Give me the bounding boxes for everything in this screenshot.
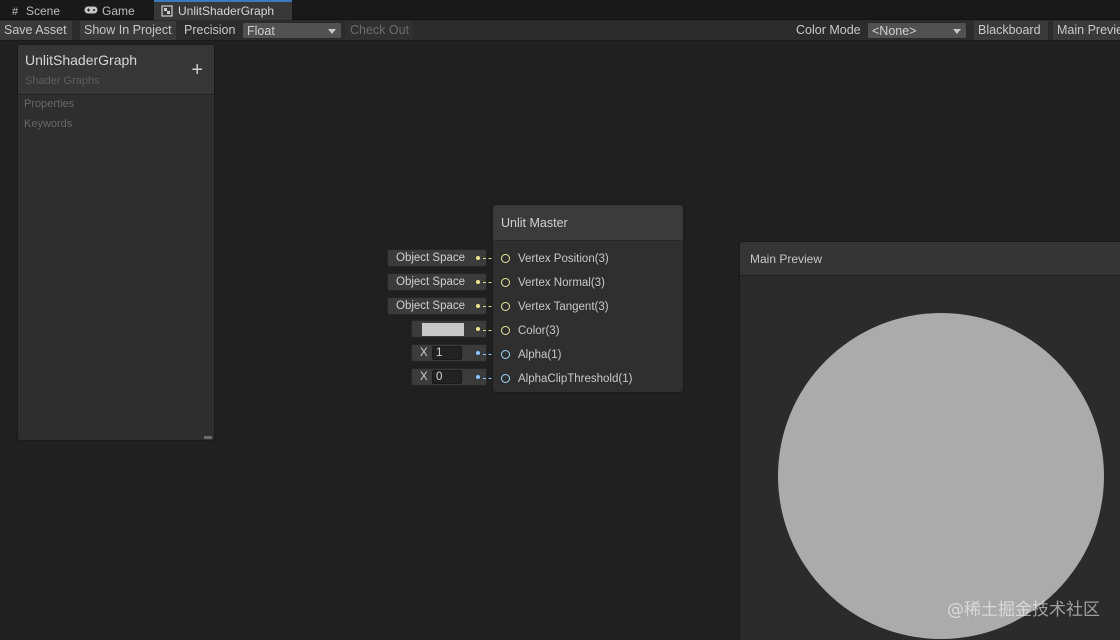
alpha-value-field[interactable]: 1 [432, 346, 462, 360]
port-alpha-clip-threshold[interactable]: AlphaClipThreshold(1) [501, 371, 632, 387]
output-port-dot[interactable] [476, 256, 480, 260]
blackboard-header: UnlitShaderGraph Shader Graphs + [18, 45, 214, 95]
port-label: Vertex Position(3) [518, 253, 609, 265]
show-in-project-button[interactable]: Show In Project [80, 21, 176, 40]
preview-title: Main Preview [750, 252, 823, 266]
tab-unlitshadergraph[interactable]: UnlitShaderGraph [154, 0, 292, 20]
chevron-down-icon [328, 29, 336, 34]
port-color[interactable]: Color(3) [501, 323, 560, 339]
color-input[interactable] [411, 320, 487, 338]
node-header[interactable]: Unlit Master [493, 205, 683, 241]
vertex-position-space: Object Space [396, 252, 466, 264]
input-port-dot[interactable] [501, 326, 510, 335]
color-mode-label: Color Mode [796, 23, 861, 37]
blackboard-subtitle: Shader Graphs [25, 75, 100, 87]
color-swatch[interactable] [422, 323, 464, 336]
port-label: Vertex Normal(3) [518, 277, 605, 289]
blackboard-section-properties[interactable]: Properties [24, 98, 74, 110]
preview-sphere[interactable] [778, 313, 1104, 639]
check-out-button[interactable]: Check Out [346, 21, 413, 40]
port-vertex-normal[interactable]: Vertex Normal(3) [501, 275, 605, 291]
input-port-dot[interactable] [501, 374, 510, 383]
vertex-tangent-input[interactable]: Object Space [387, 297, 487, 315]
output-port-dot[interactable] [476, 327, 480, 331]
precision-value: Float [247, 24, 275, 38]
alpha-input[interactable]: X 1 [411, 344, 487, 362]
precision-dropdown[interactable]: Float [242, 22, 342, 39]
node-title: Unlit Master [501, 216, 568, 230]
input-port-dot[interactable] [501, 254, 510, 263]
blackboard-panel[interactable]: UnlitShaderGraph Shader Graphs + Propert… [17, 44, 215, 441]
port-label: AlphaClipThreshold(1) [518, 373, 633, 385]
blackboard-title: UnlitShaderGraph [25, 52, 138, 68]
output-port-dot[interactable] [476, 375, 480, 379]
port-vertex-tangent[interactable]: Vertex Tangent(3) [501, 299, 609, 315]
output-port-dot[interactable] [476, 304, 480, 308]
tab-game[interactable]: Game [78, 2, 150, 20]
main-preview-panel[interactable]: Main Preview [739, 241, 1120, 640]
port-label: Color(3) [518, 325, 560, 337]
input-port-dot[interactable] [501, 350, 510, 359]
tab-unlitshadergraph-label: UnlitShaderGraph [178, 4, 275, 18]
precision-label: Precision [184, 23, 236, 37]
watermark: @稀土掘金技术社区 [947, 600, 1100, 620]
add-property-icon[interactable]: + [191, 60, 203, 80]
shadergraph-icon [160, 3, 174, 21]
port-label: Vertex Tangent(3) [518, 301, 609, 313]
save-asset-button[interactable]: Save Asset [0, 21, 72, 40]
alpha-clip-axis-label: X [420, 371, 428, 383]
vertex-tangent-space: Object Space [396, 300, 466, 312]
port-vertex-position[interactable]: Vertex Position(3) [501, 251, 609, 267]
tab-scene[interactable]: # Scene [2, 2, 74, 20]
tab-scene-label: Scene [26, 4, 61, 18]
alpha-axis-label: X [420, 347, 428, 359]
color-mode-value: <None> [872, 24, 917, 38]
grid-icon: # [11, 6, 19, 18]
alpha-clip-input[interactable]: X 0 [411, 368, 487, 386]
vertex-normal-input[interactable]: Object Space [387, 273, 487, 291]
preview-header[interactable]: Main Preview [740, 242, 1120, 276]
chevron-down-icon [953, 29, 961, 34]
output-port-dot[interactable] [476, 351, 480, 355]
blackboard-section-keywords[interactable]: Keywords [24, 118, 72, 130]
tab-game-label: Game [102, 4, 135, 18]
resize-handle[interactable] [204, 436, 212, 439]
port-alpha[interactable]: Alpha(1) [501, 347, 561, 363]
main-preview-toggle-button[interactable]: Main Preview [1053, 21, 1120, 40]
output-port-dot[interactable] [476, 280, 480, 284]
unlit-master-node[interactable]: Unlit Master Vertex Position(3) Vertex N… [492, 204, 684, 393]
graph-toolbar: Save Asset Show In Project Precision Flo… [0, 20, 1120, 41]
window-tab-bar: # Scene Game UnlitShaderGraph [0, 0, 1120, 20]
color-mode-dropdown[interactable]: <None> [867, 22, 967, 39]
input-port-dot[interactable] [501, 278, 510, 287]
port-label: Alpha(1) [518, 349, 562, 361]
gamepad-icon [84, 3, 98, 21]
input-port-dot[interactable] [501, 302, 510, 311]
alpha-clip-value-field[interactable]: 0 [432, 370, 462, 384]
vertex-normal-space: Object Space [396, 276, 466, 288]
blackboard-toggle-button[interactable]: Blackboard [974, 21, 1048, 40]
vertex-position-input[interactable]: Object Space [387, 249, 487, 267]
